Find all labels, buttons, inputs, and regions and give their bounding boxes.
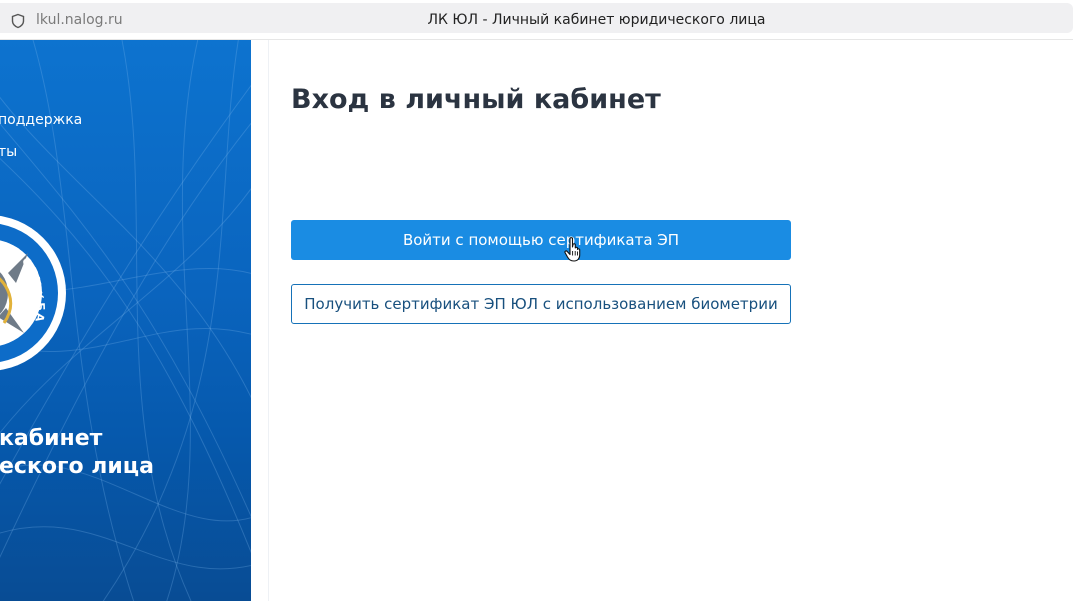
brand-title-line1: кабинет	[0, 426, 103, 451]
url-field[interactable]: lkul.nalog.ru ЛК ЮЛ - Личный кабинет юри…	[0, 3, 1073, 33]
login-with-certificate-button[interactable]: Войти с помощью сертификата ЭП	[291, 220, 791, 260]
browser-address-bar: lkul.nalog.ru ЛК ЮЛ - Личный кабинет юри…	[0, 0, 1073, 40]
sidebar: поддержка ты ЛОГОВАЯ СЛУЖБА кабинет еско…	[0, 40, 251, 601]
content-divider	[268, 40, 269, 601]
get-certificate-biometrics-button[interactable]: Получить сертификат ЭП ЮЛ с использовани…	[291, 284, 791, 324]
hand-cursor-icon	[564, 237, 581, 262]
tab-title: ЛК ЮЛ - Личный кабинет юридического лица	[427, 12, 766, 28]
page-title: Вход в личный кабинет	[291, 84, 661, 115]
brand-title-line2: еского лица	[0, 454, 154, 479]
fns-emblem-icon: ЛОГОВАЯ СЛУЖБА	[0, 215, 66, 371]
sidebar-item-help[interactable]: ты	[0, 144, 17, 160]
sidebar-item-support[interactable]: поддержка	[0, 112, 82, 128]
